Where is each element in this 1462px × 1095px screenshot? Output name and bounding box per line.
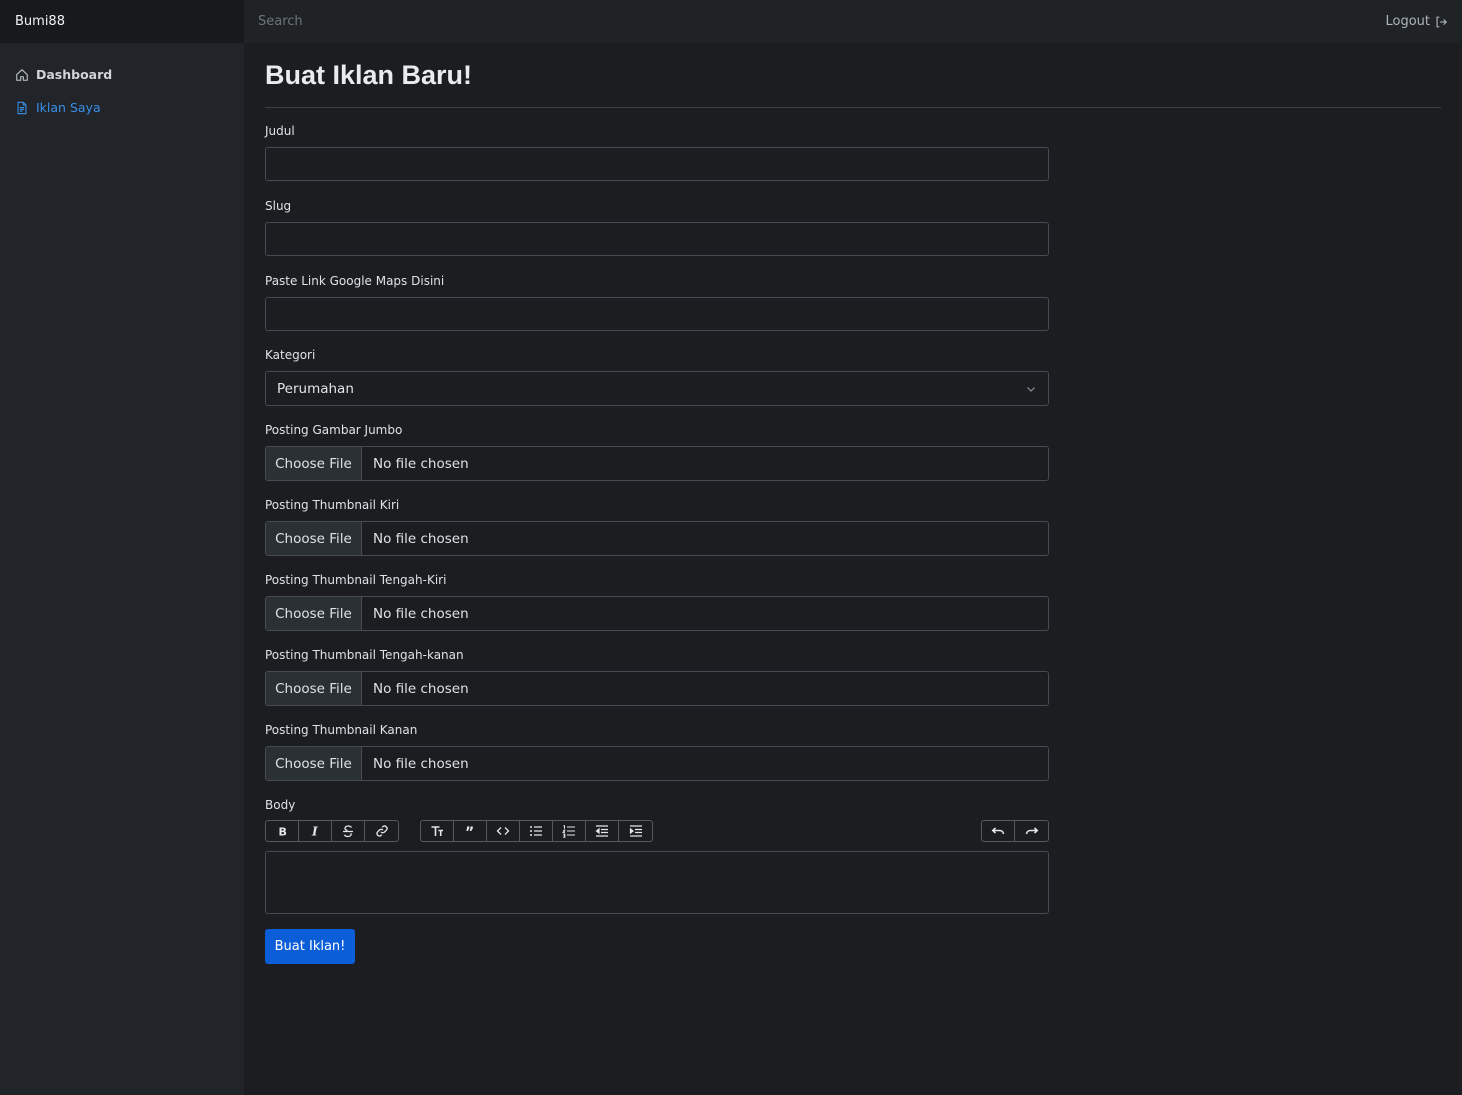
file-label: Posting Thumbnail Tengah-Kiri xyxy=(265,573,447,587)
bullet-list-button[interactable] xyxy=(520,821,553,841)
undo-icon xyxy=(991,827,1005,835)
code-icon xyxy=(496,827,510,835)
redo-icon xyxy=(1025,827,1038,835)
judul-field: Judul xyxy=(265,124,1049,181)
file-label: Posting Thumbnail Tengah-kanan xyxy=(265,648,464,662)
quote-icon: ” xyxy=(465,825,474,838)
file-label: Posting Gambar Jumbo xyxy=(265,423,403,437)
strikethrough-icon xyxy=(343,825,353,838)
file-status: No file chosen xyxy=(362,522,1048,555)
file-status: No file chosen xyxy=(362,597,1048,630)
file-label: Posting Thumbnail Kanan xyxy=(265,723,418,737)
submit-button[interactable]: Buat Iklan! xyxy=(265,929,355,964)
kategori-label: Kategori xyxy=(265,348,316,362)
sidebar: Dashboard Iklan Saya xyxy=(0,43,244,1095)
toolbar-group-block: ” xyxy=(420,820,653,842)
file-label: Posting Thumbnail Kiri xyxy=(265,498,400,512)
brand-logo[interactable]: Bumi88 xyxy=(0,0,244,43)
file-input-kanan[interactable]: Choose File No file chosen xyxy=(265,746,1049,781)
choose-file-button[interactable]: Choose File xyxy=(266,597,362,630)
search-input[interactable] xyxy=(244,0,1386,43)
sidebar-item-label: Dashboard xyxy=(36,67,113,82)
file-field-jumbo: Posting Gambar Jumbo Choose File No file… xyxy=(265,423,1049,481)
italic-button[interactable]: I xyxy=(299,821,332,841)
file-status: No file chosen xyxy=(362,672,1048,705)
file-text-icon xyxy=(17,101,27,114)
outdent-button[interactable] xyxy=(586,821,619,841)
slug-label: Slug xyxy=(265,199,292,213)
sidebar-item-dashboard[interactable]: Dashboard xyxy=(0,58,244,91)
body-field: Body B I ” xyxy=(265,798,1049,914)
body-label: Body xyxy=(265,798,296,812)
code-button[interactable] xyxy=(487,821,520,841)
chevron-down-icon xyxy=(1027,387,1035,392)
logout-icon xyxy=(1436,16,1448,27)
sidebar-item-label: Iklan Saya xyxy=(36,100,101,115)
svg-text:”: ” xyxy=(465,825,474,838)
top-navbar: Bumi88 Logout xyxy=(0,0,1462,43)
maps-input[interactable] xyxy=(265,297,1049,331)
svg-text:I: I xyxy=(311,825,318,839)
indent-icon xyxy=(629,825,642,837)
choose-file-button[interactable]: Choose File xyxy=(266,522,362,555)
judul-label: Judul xyxy=(265,124,295,138)
file-field-tengah-kanan: Posting Thumbnail Tengah-kanan Choose Fi… xyxy=(265,648,1049,706)
file-field-tengah-kiri: Posting Thumbnail Tengah-Kiri Choose Fil… xyxy=(265,573,1049,631)
file-input-tengah-kanan[interactable]: Choose File No file chosen xyxy=(265,671,1049,706)
editor-toolbar: B I ” xyxy=(265,820,1049,842)
svg-text:B: B xyxy=(279,826,287,839)
page-title: Buat Iklan Baru! xyxy=(265,60,473,90)
file-field-kanan: Posting Thumbnail Kanan Choose File No f… xyxy=(265,723,1049,781)
numbered-list-icon xyxy=(562,825,575,838)
title-divider xyxy=(265,107,1441,108)
choose-file-button[interactable]: Choose File xyxy=(266,672,362,705)
file-field-kiri: Posting Thumbnail Kiri Choose File No fi… xyxy=(265,498,1049,556)
link-icon xyxy=(375,825,388,837)
kategori-field: Kategori Perumahan xyxy=(265,348,1049,406)
bold-button[interactable]: B xyxy=(266,821,299,841)
main-content: Buat Iklan Baru! Judul Slug Paste Link G… xyxy=(265,43,1441,964)
file-status: No file chosen xyxy=(362,447,1048,480)
choose-file-button[interactable]: Choose File xyxy=(266,447,362,480)
choose-file-button[interactable]: Choose File xyxy=(266,747,362,780)
logout-link[interactable]: Logout xyxy=(1385,14,1462,29)
italic-icon: I xyxy=(311,825,318,839)
link-button[interactable] xyxy=(365,821,398,841)
file-input-tengah-kiri[interactable]: Choose File No file chosen xyxy=(265,596,1049,631)
indent-button[interactable] xyxy=(619,821,652,841)
sidebar-item-iklan-saya[interactable]: Iklan Saya xyxy=(0,91,244,124)
strikethrough-button[interactable] xyxy=(332,821,365,841)
file-input-kiri[interactable]: Choose File No file chosen xyxy=(265,521,1049,556)
slug-field: Slug xyxy=(265,199,1049,256)
outdent-icon xyxy=(595,825,608,837)
bold-icon: B xyxy=(279,826,287,839)
slug-input[interactable] xyxy=(265,222,1049,256)
toolbar-group-history xyxy=(981,820,1049,842)
quote-button[interactable]: ” xyxy=(454,821,487,841)
toolbar-group-text: B I xyxy=(265,820,399,842)
judul-input[interactable] xyxy=(265,147,1049,181)
heading-icon xyxy=(431,826,443,836)
numbered-list-button[interactable] xyxy=(553,821,586,841)
undo-button[interactable] xyxy=(982,821,1015,841)
maps-field: Paste Link Google Maps Disini xyxy=(265,274,1049,331)
file-status: No file chosen xyxy=(362,747,1048,780)
file-input-jumbo[interactable]: Choose File No file chosen xyxy=(265,446,1049,481)
redo-button[interactable] xyxy=(1015,821,1048,841)
kategori-select[interactable]: Perumahan xyxy=(265,371,1049,406)
logout-label: Logout xyxy=(1385,14,1430,29)
body-editor[interactable] xyxy=(265,851,1049,914)
heading-button[interactable] xyxy=(421,821,454,841)
home-icon xyxy=(16,68,28,81)
maps-label: Paste Link Google Maps Disini xyxy=(265,274,445,288)
kategori-selected-value: Perumahan xyxy=(277,380,354,397)
bullet-list-icon xyxy=(530,826,542,836)
